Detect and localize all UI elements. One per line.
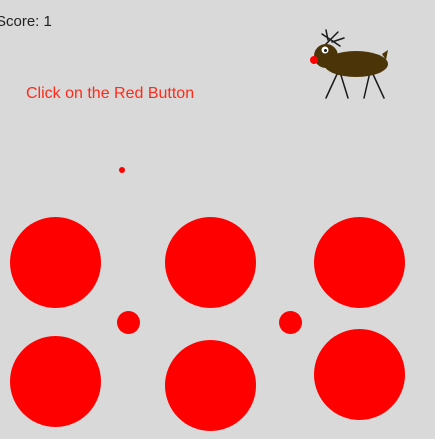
instruction-text: Click on the Red Button	[26, 85, 195, 102]
red-circle-button-top-right[interactable]	[314, 217, 405, 308]
red-circle-button-top-middle[interactable]	[165, 217, 256, 308]
red-small-circle-button-left[interactable]	[117, 311, 140, 334]
reindeer-icon	[304, 28, 390, 107]
red-dot-button[interactable]	[119, 167, 125, 173]
red-small-circle-button-right[interactable]	[279, 311, 302, 334]
red-circle-button-top-left[interactable]	[10, 217, 101, 308]
score-label: Score: 1	[0, 13, 52, 30]
red-circle-button-bottom-middle[interactable]	[165, 340, 256, 431]
red-circle-button-bottom-left[interactable]	[10, 336, 101, 427]
red-circle-button-bottom-right[interactable]	[314, 329, 405, 420]
